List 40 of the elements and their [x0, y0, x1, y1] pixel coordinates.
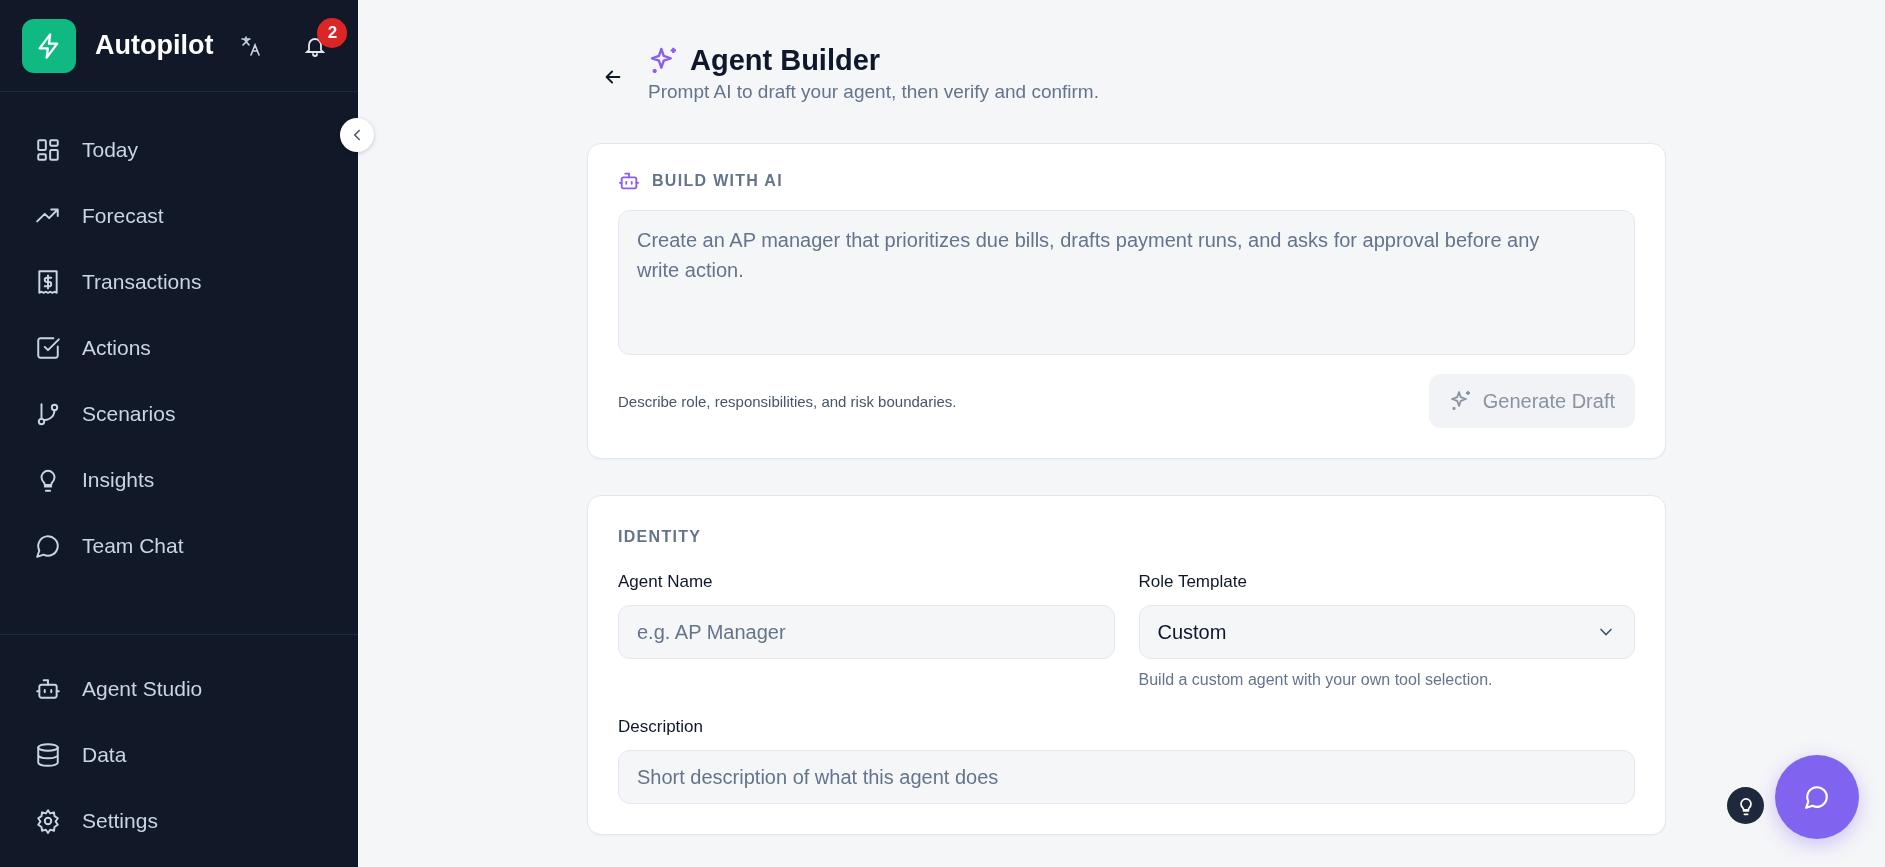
collapse-sidebar-button[interactable] — [340, 118, 374, 152]
chat-bubble-icon — [35, 533, 61, 559]
nav-item[interactable]: Forecast — [0, 183, 334, 249]
prompt-hint: Describe role, responsibilities, and risk boundaries. — [618, 392, 957, 410]
robot-icon — [618, 170, 640, 192]
page-title: Agent Builder — [690, 44, 881, 77]
nav-item[interactable]: Agent Studio — [0, 656, 358, 722]
section-heading: BUILD WITH AI — [652, 172, 783, 190]
nav-item[interactable]: Scenarios — [0, 381, 334, 447]
chat-bubble-icon — [1804, 784, 1830, 810]
field-label: Role Template — [1138, 572, 1248, 592]
role-template-dropdown[interactable]: Custom — [1138, 605, 1635, 659]
settings-icon — [35, 808, 61, 834]
nav-item[interactable]: Settings — [0, 788, 358, 854]
brand-name: Autopilot — [95, 30, 214, 61]
description-input[interactable]: Short description of what this agent does — [618, 750, 1635, 804]
nav-item[interactable]: Today — [0, 117, 334, 183]
receipt-icon — [35, 269, 61, 295]
nav-item[interactable]: Data — [0, 722, 358, 788]
field-help-text: Build a custom agent with your own tool selection. — [1138, 671, 1494, 689]
nav-item[interactable]: Actions — [0, 315, 334, 381]
robot-icon — [35, 676, 61, 702]
checkbox-icon — [35, 335, 61, 361]
tips-button[interactable] — [1727, 787, 1764, 824]
nav-item[interactable]: Transactions — [0, 249, 334, 315]
section-heading: IDENTITY — [618, 528, 703, 546]
agent-name-input[interactable]: e.g. AP Manager — [618, 605, 1115, 659]
page-subtitle: Prompt AI to draft your agent, then verify and confirm. — [648, 81, 1099, 103]
lightning-logo-icon — [22, 18, 76, 73]
field-label: Description — [618, 717, 705, 737]
notification-count: 2 — [317, 17, 348, 48]
nav-item[interactable]: Team Chat — [0, 513, 334, 579]
prompt-field[interactable]: Create an AP manager that prioritizes due bills, drafts payment runs, and asks for approval before any write action. — [618, 210, 1635, 355]
chat-button[interactable] — [1775, 755, 1859, 839]
database-icon — [35, 742, 61, 768]
nav-item[interactable]: Insights — [0, 447, 334, 513]
sparkles-icon — [1448, 389, 1473, 413]
branch-icon — [35, 401, 61, 427]
grid-icon — [35, 137, 61, 163]
field-label: Agent Name — [618, 572, 714, 592]
